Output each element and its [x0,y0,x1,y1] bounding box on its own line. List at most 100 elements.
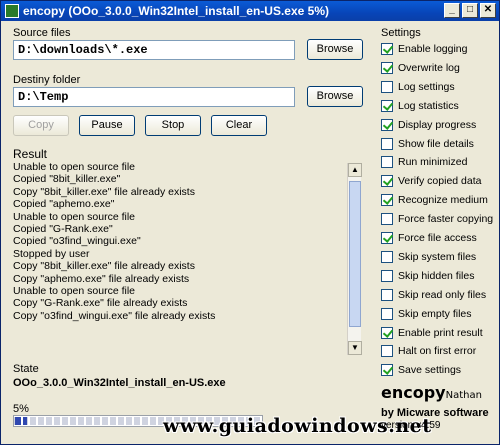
setting-label: Skip empty files [398,307,472,320]
checkbox[interactable] [381,61,393,74]
setting-save-settings[interactable]: Save settings [381,363,461,377]
checkbox[interactable] [381,118,393,131]
window-title: encopy (OOo_3.0.0_Win32Intel_install_en-… [23,4,329,18]
setting-skip-system-files[interactable]: Skip system files [381,250,476,264]
checkbox[interactable] [381,364,393,377]
setting-display-progress[interactable]: Display progress [381,118,476,132]
setting-halt-on-first-error[interactable]: Halt on first error [381,344,476,358]
setting-skip-empty-files[interactable]: Skip empty files [381,307,472,321]
checkbox[interactable] [381,307,393,320]
source-browse-button[interactable]: Browse [307,39,363,60]
checkbox[interactable] [381,80,393,93]
maximize-button[interactable]: □ [462,3,478,18]
setting-skip-hidden-files[interactable]: Skip hidden files [381,269,474,283]
checkbox[interactable] [381,99,393,112]
brand-title: encopy [381,383,446,402]
setting-label: Skip hidden files [398,269,475,282]
brand-company: by Micware software [381,407,489,419]
close-button[interactable]: ✕ [480,3,496,18]
setting-overwrite-log[interactable]: Overwrite log [381,61,460,75]
setting-label: Skip read only files [398,288,487,301]
setting-force-faster-copying[interactable]: Force faster copying [381,212,493,226]
setting-run-minimized[interactable]: Run minimized [381,155,467,169]
setting-skip-read-only-files[interactable]: Skip read only files [381,288,486,302]
result-line: Copy "G-Rank.exe" file already exists [13,297,188,310]
setting-label: Force file access [398,232,477,244]
result-scrollbar[interactable]: ▲ ▼ [347,163,362,355]
setting-label: Log settings [398,80,455,93]
setting-label: Verify copied data [398,175,482,188]
result-line: Stopped by user [13,247,90,260]
checkbox[interactable] [381,345,393,358]
checkbox[interactable] [381,250,393,263]
setting-label: Save settings [398,364,462,377]
scroll-down-arrow-icon[interactable]: ▼ [348,341,362,355]
settings-title: Settings [381,27,421,39]
result-log[interactable]: Unable to open source file Copied "8bit_k… [13,161,363,357]
setting-label: Skip system files [398,250,477,263]
scroll-up-arrow-icon[interactable]: ▲ [348,163,362,177]
setting-enable-print-result[interactable]: Enable print result [381,326,483,340]
result-line: Copied "aphemo.exe" [13,198,115,211]
setting-show-file-details[interactable]: Show file details [381,137,474,151]
setting-label: Run minimized [398,156,468,169]
checkbox[interactable] [381,175,393,188]
brand-author: Nathan [445,390,482,401]
result-line: Copied "8bit_killer.exe" [13,173,121,186]
checkbox[interactable] [381,326,393,339]
app-window: encopy (OOo_3.0.0_Win32Intel_install_en-… [0,0,500,445]
result-line: Copy "8bit_killer.exe" file already exis… [13,185,195,198]
checkbox[interactable] [381,43,393,55]
setting-label: Force faster copying [398,213,494,226]
result-line: Unable to open source file [13,284,135,297]
checkbox[interactable] [381,137,393,150]
source-files-input[interactable]: D:\downloads\*.exe [13,40,295,60]
setting-verify-copied-data[interactable]: Verify copied data [381,174,481,188]
destiny-browse-button[interactable]: Browse [307,86,363,107]
setting-log-settings[interactable]: Log settings [381,80,455,94]
setting-label: Recognize medium [398,194,488,207]
title-bar[interactable]: encopy (OOo_3.0.0_Win32Intel_install_en-… [1,1,499,21]
state-title: State [13,363,39,375]
window-controls: _ □ ✕ [444,3,496,18]
minimize-button[interactable]: _ [444,3,460,18]
result-lines: Unable to open source file Copied "8bit_k… [13,161,345,322]
setting-label: Log statistics [398,99,459,112]
progress-fill [15,417,27,425]
destiny-folder-input[interactable]: D:\Temp [13,87,295,107]
setting-force-file-access[interactable]: Force file access [381,231,477,245]
setting-label: Display progress [398,118,477,131]
checkbox[interactable] [381,194,393,207]
checkbox[interactable] [381,269,393,282]
stop-button[interactable]: Stop [145,115,201,136]
source-files-label: Source files [13,27,71,39]
brand-version: version v4.59 [381,420,441,431]
result-line: Copy "aphemo.exe" file already exists [13,272,190,285]
checkbox[interactable] [381,288,393,301]
result-line: Copied "o3find_wingui.exe" [13,235,141,248]
state-current-file: OOo_3.0.0_Win32Intel_install_en-US.exe [13,377,226,389]
brand-name: encopyNathan [381,383,482,402]
result-line: Unable to open source file [13,210,135,223]
clear-button[interactable]: Clear [211,115,267,136]
app-icon [5,4,19,18]
checkbox[interactable] [381,156,393,169]
destiny-folder-label: Destiny folder [13,74,81,86]
setting-label: Overwrite log [398,61,460,74]
result-line: Unable to open source file [13,161,135,173]
progress-percent: 5% [13,403,29,415]
result-title: Result [13,147,48,161]
setting-label: Halt on first error [398,345,477,358]
result-line: Copied "G-Rank.exe" [13,222,113,235]
pause-button[interactable]: Pause [79,115,135,136]
result-line: Copy "8bit_killer.exe" file already exis… [13,260,195,273]
copy-button[interactable]: Copy [13,115,69,136]
setting-recognize-medium[interactable]: Recognize medium [381,193,488,207]
result-line: Copy "o3find_wingui.exe" file already ex… [13,309,216,322]
checkbox[interactable] [381,232,393,244]
setting-log-statistics[interactable]: Log statistics [381,99,459,113]
setting-enable-logging[interactable]: Enable logging [381,42,467,56]
setting-label: Enable print result [398,326,483,339]
scroll-thumb[interactable] [349,181,361,327]
checkbox[interactable] [381,213,393,226]
